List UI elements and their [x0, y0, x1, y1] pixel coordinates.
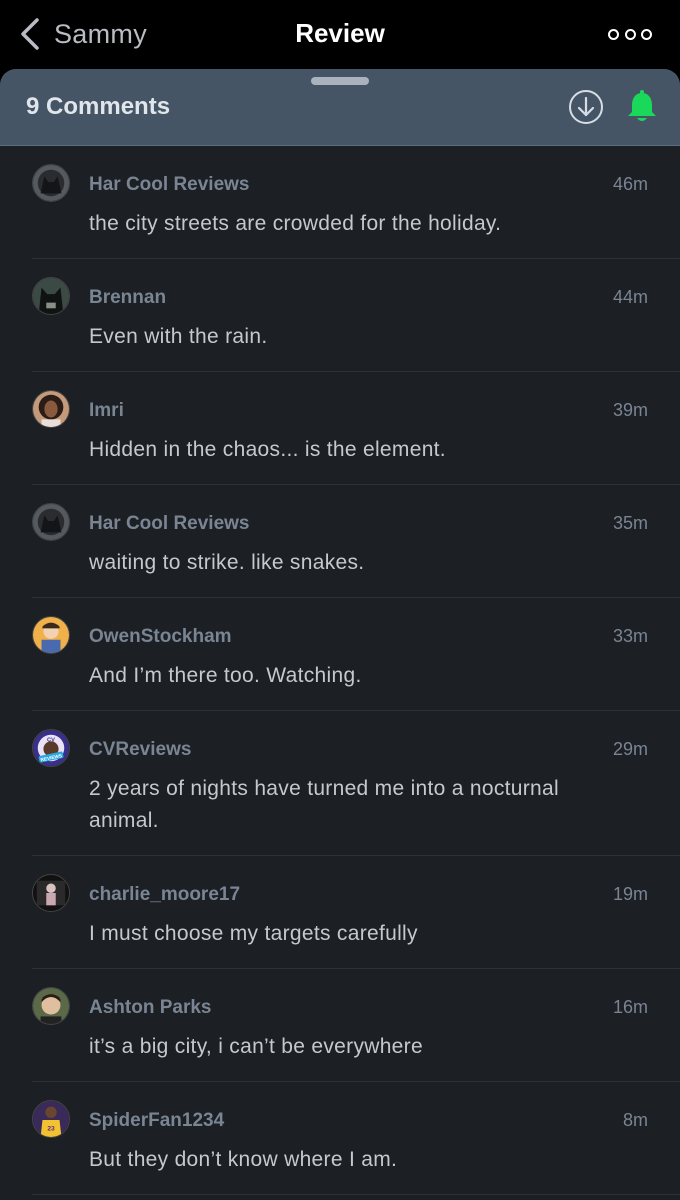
more-dots-icon[interactable] [608, 24, 652, 44]
comment-author[interactable]: SpiderFan1234 [89, 1110, 224, 1132]
comment-time: 33m [612, 626, 648, 646]
list-item[interactable]: Har Cool Reviews 35m waiting to strike. … [32, 485, 680, 598]
comment-time: 8m [622, 1110, 648, 1130]
list-item[interactable]: OwenStockham 33m And I’m there too. Watc… [32, 598, 680, 711]
batman-dark-avatar[interactable] [32, 164, 70, 202]
comment-text: Even with the rain. [89, 325, 268, 348]
jersey-avatar[interactable]: 23 [32, 1100, 70, 1138]
comment-text: it’s a big city, i can’t be everywhere [89, 1035, 423, 1058]
list-item[interactable]: Imri 39m Hidden in the chaos... is the e… [32, 372, 680, 485]
comment-author[interactable]: Brennan [89, 287, 166, 309]
comment-author[interactable]: Ashton Parks [89, 997, 211, 1019]
svg-text:23: 23 [47, 1125, 55, 1132]
nav-bar: Sammy Review [0, 0, 680, 70]
comment-time: 19m [612, 884, 648, 904]
comment-time: 16m [612, 997, 648, 1017]
figure-avatar[interactable] [32, 874, 70, 912]
comment-author[interactable]: Har Cool Reviews [89, 174, 250, 196]
comment-author[interactable]: Imri [89, 400, 124, 422]
comment-list: Har Cool Reviews 46m the city streets ar… [0, 146, 680, 1195]
comment-time: 39m [612, 400, 648, 420]
comment-text: I must choose my targets carefully [89, 922, 418, 945]
comment-text: And I’m there too. Watching. [89, 664, 362, 687]
svg-text:CV: CV [47, 737, 55, 743]
list-item[interactable]: Har Cool Reviews 46m the city streets ar… [32, 146, 680, 259]
comment-time: 29m [612, 739, 648, 759]
selfie-avatar[interactable] [32, 987, 70, 1025]
comment-author[interactable]: Har Cool Reviews [89, 513, 250, 535]
comment-time: 46m [612, 174, 648, 194]
list-item[interactable]: 23 SpiderFan1234 8m But they don’t know … [32, 1082, 680, 1195]
comment-text: 2 years of nights have turned me into a … [89, 777, 559, 832]
batman-dark-avatar[interactable] [32, 503, 70, 541]
cartoon-avatar[interactable] [32, 616, 70, 654]
comment-text: Hidden in the chaos... is the element. [89, 438, 446, 461]
list-item[interactable]: CV REVIEWS CVReviews 29m 2 years of nigh… [32, 711, 680, 856]
page-title: Review [295, 18, 385, 48]
comment-time: 35m [612, 513, 648, 533]
comment-count: 9 Comments [26, 93, 171, 120]
batman-cowl-avatar[interactable] [32, 277, 70, 315]
list-item[interactable]: charlie_moore17 19m I must choose my tar… [32, 856, 680, 969]
portrait-avatar[interactable] [32, 390, 70, 428]
sheet-header: 9 Comments [0, 69, 680, 146]
comment-text: waiting to strike. like snakes. [89, 551, 365, 574]
comment-author[interactable]: charlie_moore17 [89, 884, 240, 906]
comment-time: 44m [612, 287, 648, 307]
drag-handle[interactable] [311, 77, 369, 85]
comment-author[interactable]: CVReviews [89, 739, 191, 761]
cv-reviews-logo[interactable]: CV REVIEWS [32, 729, 70, 767]
download-circle-icon[interactable] [568, 89, 604, 125]
comment-text: the city streets are crowded for the hol… [89, 212, 502, 235]
list-item[interactable]: Ashton Parks 16m it’s a big city, i can’… [32, 969, 680, 1082]
bell-icon[interactable] [626, 89, 658, 125]
comment-text: But they don’t know where I am. [89, 1148, 398, 1171]
comment-author[interactable]: OwenStockham [89, 626, 232, 648]
comments-sheet: 9 Comments Har Cool Reviews 46m the city… [0, 69, 680, 1200]
list-item[interactable]: Brennan 44m Even with the rain. [32, 259, 680, 372]
